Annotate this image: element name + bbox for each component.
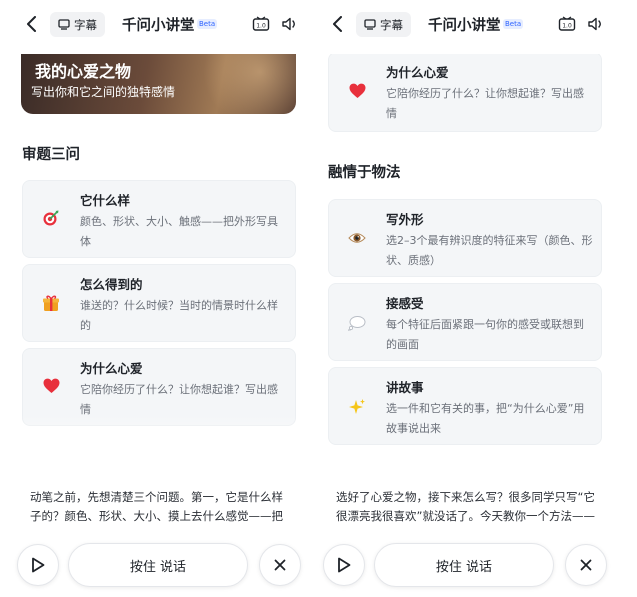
lesson-content[interactable]: 为什么心爱 它陪你经历了什么？让你想起谁？写出感情 融情于物法 写外形 选2–3… xyxy=(318,54,628,474)
scroll-fade xyxy=(318,449,628,474)
card-write-appearance[interactable]: 写外形 选2–3个最有辨识度的特征来写（颜色、形状、质感） xyxy=(328,199,602,277)
hero-subtitle: 写出你和它之间的独特感情 xyxy=(31,85,176,99)
dart-target-icon xyxy=(41,208,61,228)
back-icon xyxy=(27,16,36,32)
card-title: 怎么得到的 xyxy=(80,277,143,292)
card-description: 每个特征后面紧跟一句你的感受或联想到的画面 xyxy=(386,318,584,351)
live-caption: 动笔之前，先想清楚三个问题。第一，它是什么样子的？颜色、形状、大小、摸上去什么感… xyxy=(30,490,283,523)
hero-title: 我的心爱之物 xyxy=(35,62,132,81)
subtitle-label: 字幕 xyxy=(74,17,97,32)
back-button[interactable] xyxy=(324,10,352,38)
speaker-icon xyxy=(282,17,295,31)
talk-label: 按住 说话 xyxy=(129,559,187,575)
sparkles-icon xyxy=(347,397,367,417)
subtitle-icon xyxy=(364,19,376,30)
card-reason[interactable]: 为什么心爱 它陪你经历了什么？让你想起谁？写出感情 xyxy=(328,54,602,132)
thought-bubble-icon xyxy=(347,313,367,333)
talk-label: 按住 说话 xyxy=(435,559,493,575)
right-screen: 字幕 千问小讲堂 Beta 1.0 为什么心爱 它陪你经历了什么？让你想起谁？写… xyxy=(318,0,628,597)
subtitle-toggle-button[interactable]: 字幕 xyxy=(50,12,105,37)
captions-cc-icon: 1.0 xyxy=(558,16,576,31)
card-description: 它陪你经历了什么？让你想起谁？写出感情 xyxy=(386,87,584,120)
app-title: 千问小讲堂 xyxy=(122,18,195,34)
close-icon xyxy=(580,559,592,571)
card-description: 颜色、形状、大小、触感——把外形写具体 xyxy=(80,215,278,248)
top-bar: 字幕 千问小讲堂 Beta 1.0 xyxy=(12,6,322,42)
captions-button[interactable]: 1.0 xyxy=(249,12,273,36)
speaker-button[interactable] xyxy=(278,12,302,36)
hold-to-talk-button[interactable]: 按住 说话 xyxy=(68,543,248,587)
card-title: 写外形 xyxy=(386,212,424,227)
card-add-feeling[interactable]: 接感受 每个特征后面紧跟一句你的感受或联想到的画面 xyxy=(328,283,602,361)
close-button[interactable] xyxy=(565,544,607,586)
speaker-icon xyxy=(588,17,601,31)
svg-text:1.0: 1.0 xyxy=(562,23,572,30)
captions-button[interactable]: 1.0 xyxy=(555,12,579,36)
card-appearance[interactable]: 它什么样 颜色、形状、大小、触感——把外形写具体 xyxy=(22,180,296,258)
card-title: 接感受 xyxy=(386,296,424,311)
close-icon xyxy=(274,559,286,571)
beta-badge: Beta xyxy=(197,19,218,29)
card-description: 选一件和它有关的事，把“为什么心爱”用故事说出来 xyxy=(386,402,585,435)
card-description: 谁送的？什么时候？当时的情景时什么样的 xyxy=(80,299,278,332)
beta-badge: Beta xyxy=(503,19,524,29)
left-screen: 字幕 千问小讲堂 Beta 1.0 我的心爱之物 写出你和它之间的独特感情 审题… xyxy=(12,0,322,597)
play-button[interactable] xyxy=(17,544,59,586)
bottom-bar: 按住 说话 xyxy=(12,543,322,591)
hold-to-talk-button[interactable]: 按住 说话 xyxy=(374,543,554,587)
svg-text:1.0: 1.0 xyxy=(256,23,266,30)
card-tell-story[interactable]: 讲故事 选一件和它有关的事，把“为什么心爱”用故事说出来 xyxy=(328,367,602,445)
back-icon xyxy=(333,16,342,32)
eye-icon xyxy=(347,228,367,248)
subtitle-label: 字幕 xyxy=(380,17,403,32)
card-title: 它什么样 xyxy=(80,193,131,208)
heart-icon xyxy=(347,81,367,101)
subtitle-toggle-button[interactable]: 字幕 xyxy=(356,12,411,37)
close-button[interactable] xyxy=(259,544,301,586)
card-description: 选2–3个最有辨识度的特征来写（颜色、形状、质感） xyxy=(386,234,593,267)
subtitle-icon xyxy=(58,19,70,30)
top-bar: 字幕 千问小讲堂 Beta 1.0 xyxy=(318,6,628,42)
app-title: 千问小讲堂 xyxy=(428,18,501,34)
bottom-bar: 按住 说话 xyxy=(318,543,628,591)
speaker-button[interactable] xyxy=(584,12,608,36)
play-button[interactable] xyxy=(323,544,365,586)
card-title: 讲故事 xyxy=(386,380,424,395)
gift-icon xyxy=(41,293,61,313)
play-icon xyxy=(338,557,351,573)
live-caption: 选好了心爱之物，接下来怎么写？很多同学只写“它很漂亮我很喜欢”就没话了。今天教你… xyxy=(336,490,595,523)
heart-icon xyxy=(41,376,61,396)
card-title: 为什么心爱 xyxy=(80,361,143,376)
section-title: 融情于物法 xyxy=(328,165,401,181)
card-title: 为什么心爱 xyxy=(386,65,449,80)
scroll-fade xyxy=(12,414,322,474)
back-button[interactable] xyxy=(18,10,46,38)
play-icon xyxy=(32,557,45,573)
section-title: 审题三问 xyxy=(22,147,80,163)
captions-cc-icon: 1.0 xyxy=(252,16,270,31)
hero-banner: 我的心爱之物 写出你和它之间的独特感情 xyxy=(21,54,296,114)
card-acquisition[interactable]: 怎么得到的 谁送的？什么时候？当时的情景时什么样的 xyxy=(22,264,296,342)
lesson-content[interactable]: 我的心爱之物 写出你和它之间的独特感情 审题三问 它什么样 颜色、形状、大小、触… xyxy=(12,54,322,474)
